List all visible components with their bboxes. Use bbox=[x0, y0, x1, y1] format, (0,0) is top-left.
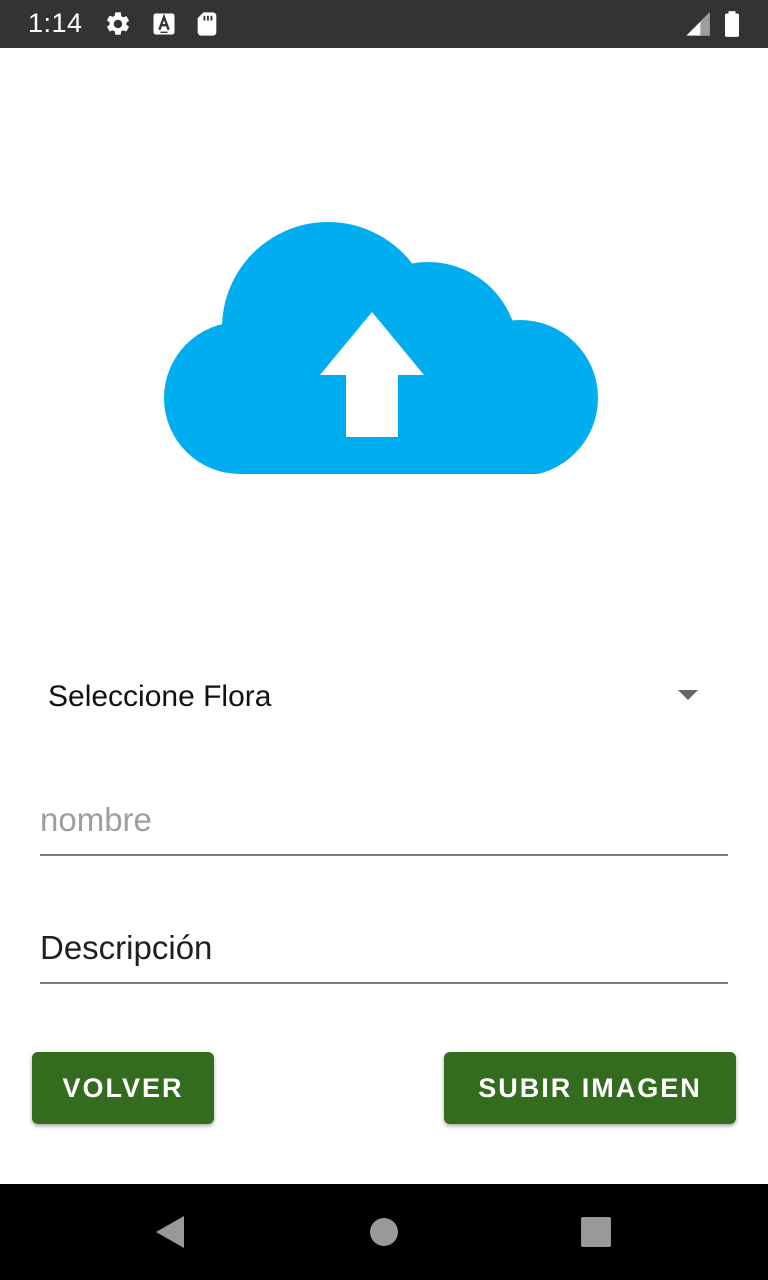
back-icon[interactable] bbox=[152, 1214, 188, 1250]
flora-spinner[interactable]: Seleccione Flora bbox=[48, 670, 708, 726]
dropdown-arrow-icon bbox=[678, 690, 698, 700]
nombre-field-container bbox=[40, 792, 728, 856]
upload-screen: Seleccione Flora VOLVER SUBIR IMAGEN bbox=[0, 48, 768, 1184]
cloud-upload-icon[interactable] bbox=[154, 222, 600, 474]
status-time: 1:14 bbox=[28, 8, 83, 38]
volver-button[interactable]: VOLVER bbox=[32, 1052, 214, 1124]
subir-imagen-button[interactable]: SUBIR IMAGEN bbox=[444, 1052, 736, 1124]
battery-icon bbox=[725, 11, 739, 37]
descripcion-field-container bbox=[40, 920, 728, 984]
sd-card-icon bbox=[197, 12, 217, 36]
navigation-bar bbox=[0, 1184, 768, 1280]
flora-spinner-selected: Seleccione Flora bbox=[48, 680, 272, 713]
nombre-input[interactable] bbox=[40, 792, 728, 848]
descripcion-input[interactable] bbox=[40, 920, 728, 976]
font-a-icon bbox=[153, 13, 175, 35]
signal-icon bbox=[686, 12, 710, 36]
home-icon[interactable] bbox=[366, 1214, 402, 1250]
gear-icon bbox=[107, 12, 129, 35]
recents-icon[interactable] bbox=[578, 1214, 614, 1250]
status-bar: 1:14 bbox=[0, 0, 768, 48]
